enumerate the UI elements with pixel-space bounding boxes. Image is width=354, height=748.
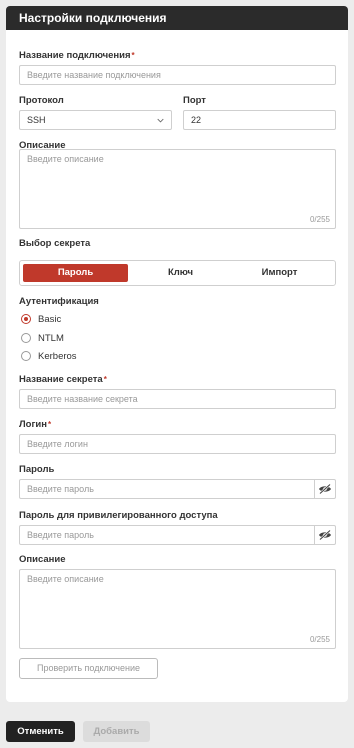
protocol-select[interactable]: SSH: [19, 110, 172, 130]
secret-choice-segmented: Пароль Ключ Импорт: [19, 260, 336, 286]
radio-icon[interactable]: [21, 351, 31, 361]
description-counter: 0/255: [309, 215, 330, 224]
auth-option-ntlm[interactable]: NTLM: [21, 332, 64, 344]
add-button[interactable]: Добавить: [83, 721, 150, 742]
radio-icon[interactable]: [21, 333, 31, 343]
required-marker: *: [103, 375, 107, 384]
protocol-label: Протокол: [19, 95, 64, 106]
port-label: Порт: [183, 95, 206, 106]
description-textarea[interactable]: Введите описание 0/255: [19, 149, 336, 229]
check-connection-button[interactable]: Проверить подключение: [19, 658, 158, 679]
cancel-button[interactable]: Отменить: [6, 721, 75, 742]
password-input[interactable]: Введите пароль: [19, 479, 336, 499]
auth-option-label: NTLM: [38, 332, 64, 344]
login-label-text: Логин: [19, 419, 48, 430]
auth-option-label: Kerberos: [38, 350, 77, 362]
secret-name-input[interactable]: Введите название секрета: [19, 389, 336, 409]
connection-settings-panel: Настройки подключения Название подключен…: [6, 6, 348, 702]
port-input[interactable]: 22: [183, 110, 336, 130]
priv-password-input[interactable]: Введите пароль: [19, 525, 336, 545]
required-marker: *: [131, 51, 135, 60]
connection-name-label: Название подключения*: [19, 50, 135, 62]
secret-name-label-text: Название секрета: [19, 374, 103, 385]
secret-option-key[interactable]: Ключ: [128, 264, 233, 282]
secret-choice-label: Выбор секрета: [19, 238, 91, 249]
description2-textarea[interactable]: Введите описание 0/255: [19, 569, 336, 649]
login-input[interactable]: Введите логин: [19, 434, 336, 454]
description2-counter: 0/255: [309, 635, 330, 644]
eye-off-icon: [319, 530, 331, 540]
auth-label: Аутентификация: [19, 296, 99, 307]
login-label: Логин*: [19, 419, 51, 431]
chevron-down-icon: [157, 118, 164, 123]
priv-password-label: Пароль для привилегированного доступа: [19, 510, 218, 521]
radio-selected-icon[interactable]: [21, 314, 31, 324]
secret-option-password[interactable]: Пароль: [23, 264, 128, 282]
password-label: Пароль: [19, 464, 55, 475]
eye-off-icon: [319, 484, 331, 494]
description2-placeholder: Введите описание: [27, 574, 104, 584]
toggle-password-visibility[interactable]: [314, 480, 335, 498]
auth-option-label: Basic: [38, 313, 62, 325]
password-placeholder: Введите пароль: [27, 484, 94, 494]
required-marker: *: [48, 420, 52, 429]
protocol-value: SSH: [27, 115, 46, 125]
panel-title: Настройки подключения: [6, 6, 348, 30]
secret-option-import[interactable]: Импорт: [227, 264, 332, 282]
description2-label: Описание: [19, 554, 66, 565]
auth-option-kerberos[interactable]: Kerberos: [21, 350, 77, 362]
connection-name-input[interactable]: Введите название подключения: [19, 65, 336, 85]
secret-name-label: Название секрета*: [19, 374, 107, 386]
auth-option-basic[interactable]: Basic: [21, 313, 61, 325]
toggle-priv-password-visibility[interactable]: [314, 526, 335, 544]
priv-password-placeholder: Введите пароль: [27, 530, 94, 540]
description-placeholder: Введите описание: [27, 154, 104, 164]
connection-name-label-text: Название подключения: [19, 50, 131, 61]
